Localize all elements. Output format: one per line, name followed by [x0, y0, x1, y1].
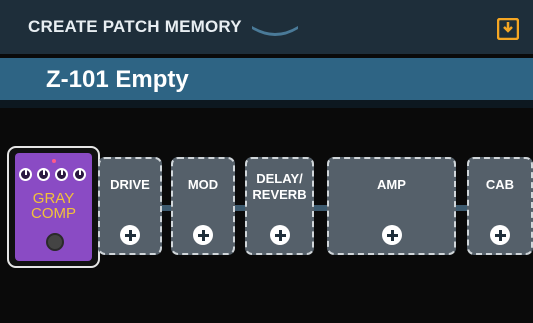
plus-circle-icon[interactable] — [381, 225, 402, 245]
plus-circle-icon[interactable] — [120, 225, 140, 245]
slot-mod[interactable]: MOD — [171, 157, 235, 255]
slot-label: MOD — [187, 177, 219, 192]
header-bar: CREATE PATCH MEMORY — [0, 0, 533, 54]
save-icon[interactable] — [497, 18, 519, 40]
divider — [0, 100, 533, 108]
patch-name-bar: Z-101 Empty — [0, 58, 533, 100]
effect-name: GRAY COMP — [15, 191, 92, 221]
effect-name-line1: GRAY — [32, 190, 75, 207]
slot-amp[interactable]: AMP — [327, 157, 456, 255]
pull-down-tab-icon[interactable] — [250, 24, 300, 36]
slot-label: CAB — [485, 177, 515, 192]
patch-name[interactable]: Z-101 Empty — [46, 66, 189, 94]
knob-icon — [55, 168, 68, 181]
gray-comp-pedal[interactable]: GRAY COMP — [15, 153, 92, 261]
plus-circle-icon[interactable] — [193, 225, 213, 245]
slot-drive[interactable]: DRIVE — [98, 157, 162, 255]
slot-cab[interactable]: CAB — [467, 157, 533, 255]
page-title: CREATE PATCH MEMORY — [28, 17, 242, 36]
knob-icon — [19, 168, 32, 181]
slot-label: AMP — [377, 177, 406, 192]
plus-circle-icon[interactable] — [269, 225, 290, 245]
slot-delay-reverb[interactable]: DELAY/ REVERB — [245, 157, 314, 255]
footswitch-icon — [46, 233, 64, 251]
plus-circle-icon[interactable] — [490, 225, 510, 245]
effect-name-line2: COMP — [31, 205, 76, 222]
slot-label: DELAY/ REVERB — [252, 171, 307, 202]
slot-label: DRIVE — [110, 177, 150, 192]
knob-icon — [73, 168, 86, 181]
knob-icon — [37, 168, 50, 181]
led-icon — [52, 159, 56, 163]
